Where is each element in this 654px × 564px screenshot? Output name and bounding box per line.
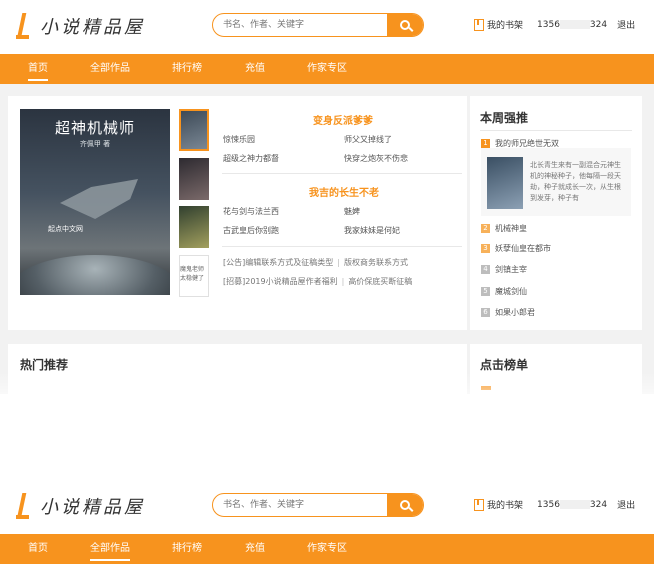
user-area: 我的书架 1356 324 退出: [474, 498, 635, 511]
sticky-header: 小说精品屋 我的书架 1356324 退出: [0, 480, 654, 534]
nav-author-zone[interactable]: 作家专区: [307, 54, 347, 84]
notice-extra[interactable]: 高价保底买断征稿: [348, 277, 412, 286]
search-button[interactable]: [387, 494, 423, 516]
featured-link[interactable]: 快穿之炮灰不伤悲: [344, 153, 408, 164]
search-input[interactable]: [213, 14, 387, 36]
featured-cover[interactable]: 超神机械师 齐佩甲 著 起点中文网: [20, 109, 170, 295]
rank-number: 6: [481, 308, 490, 317]
bookshelf-link[interactable]: 我的书架: [487, 498, 523, 511]
rank-top-cover[interactable]: [487, 157, 523, 209]
rank-book-name[interactable]: 魔城剑仙: [495, 286, 527, 297]
nav-recharge[interactable]: 充值: [245, 534, 265, 564]
weekly-title: 本周强推: [480, 111, 529, 125]
user-area: 我的书架 1356 324 退出: [474, 18, 635, 31]
featured-link[interactable]: 超级之神力都督: [223, 153, 279, 164]
featured-link[interactable]: 花与剑与法兰西: [223, 206, 279, 217]
nav-home[interactable]: 首页: [28, 534, 48, 564]
bookshelf-link[interactable]: 我的书架: [487, 18, 523, 31]
rank-item[interactable]: 5 魔城剑仙: [481, 286, 527, 297]
featured-link[interactable]: 师父又掉线了: [344, 134, 392, 145]
rank-number: 3: [481, 244, 490, 253]
search-icon: [400, 500, 410, 510]
nav-ranking[interactable]: 排行榜: [172, 534, 202, 564]
rank-item[interactable]: 4 剑镇主宰: [481, 264, 527, 275]
logo-text: 小说精品屋: [40, 497, 145, 518]
notice-extra[interactable]: 版权商务联系方式: [344, 258, 408, 267]
rank-number: 4: [481, 265, 490, 274]
notice-tag: [公告]: [223, 258, 246, 267]
rank-item[interactable]: 2 机械神皇: [481, 223, 527, 234]
search-icon: [400, 20, 410, 30]
notice-tag: [招募]: [223, 277, 246, 286]
search-input[interactable]: [213, 494, 387, 516]
sticky-nav: 首页 全部作品 排行榜 充值 作家专区: [0, 534, 654, 564]
cover-planet-art: [20, 255, 170, 295]
rank-book-name[interactable]: 剑镇主宰: [495, 264, 527, 275]
search-bar: [212, 13, 424, 37]
click-section-title: 点击榜单: [480, 358, 529, 372]
hot-section-title: 热门推荐: [20, 358, 69, 372]
notice-text: 2019小说精品屋作者福利: [245, 277, 338, 286]
rank-number: 2: [481, 224, 490, 233]
featured-group2-title[interactable]: 我吉的长生不老: [309, 184, 379, 199]
cover-author: 齐佩甲 著: [79, 140, 111, 148]
rank-item[interactable]: 3 妖孽仙皇在都市: [481, 243, 551, 254]
featured-group1-title[interactable]: 变身反派爹爹: [313, 112, 373, 127]
nav-recharge[interactable]: 充值: [245, 54, 265, 84]
featured-link[interactable]: 古武皇后你别跑: [223, 225, 279, 236]
site-logo[interactable]: 小说精品屋: [16, 492, 145, 520]
divider: [222, 173, 462, 174]
logout-link[interactable]: 退出: [617, 18, 635, 31]
search-button[interactable]: [387, 14, 423, 36]
nav-ranking[interactable]: 排行榜: [172, 54, 202, 84]
nav-all-works[interactable]: 全部作品: [90, 534, 130, 564]
cover-brand: 起点中文网: [48, 225, 83, 233]
rank-item[interactable]: 6 如果小郎君: [481, 307, 535, 318]
bookshelf-icon: [474, 18, 484, 31]
rank-number: 1: [481, 139, 490, 148]
cover-title: 超神机械师: [54, 119, 135, 137]
notice-text: 编辑联系方式及征稿类型: [245, 258, 334, 267]
divider: [480, 130, 632, 131]
featured-thumb-3[interactable]: [179, 206, 209, 248]
notice-row[interactable]: [公告]编辑联系方式及征稿类型 | 版权商务联系方式: [223, 257, 408, 268]
user-phone[interactable]: 1356 324: [537, 19, 607, 30]
featured-thumb-2[interactable]: [179, 158, 209, 200]
logo-mark-icon: [16, 493, 30, 519]
rank-book-name[interactable]: 如果小郎君: [495, 307, 535, 318]
site-logo[interactable]: 小说精品屋: [16, 12, 145, 40]
divider: [222, 246, 462, 247]
site-header: 小说精品屋 我的书架 1356324 退出: [0, 0, 654, 54]
rank-number: 5: [481, 287, 490, 296]
main-nav: 首页 全部作品 排行榜 充值 作家专区: [0, 54, 654, 84]
rank-book-name[interactable]: 机械神皇: [495, 223, 527, 234]
rank-top-desc: 北长青生来有一副混合元神生机的神秘种子，他每隔一段天劫，种子就成长一次，从生根到…: [530, 161, 621, 202]
logo-text: 小说精品屋: [40, 17, 145, 38]
search-bar: [212, 493, 424, 517]
notice-row[interactable]: [招募]2019小说精品屋作者福利 | 高价保底买断征稿: [223, 276, 412, 287]
featured-thumb-1[interactable]: [179, 109, 209, 151]
nav-author-zone[interactable]: 作家专区: [307, 534, 347, 564]
rank-book-name[interactable]: 妖孽仙皇在都市: [495, 243, 551, 254]
logo-mark-icon: [16, 13, 30, 39]
featured-link[interactable]: 魅婢: [344, 206, 360, 217]
thumb-4-text: 魔鬼老师 太稳健了: [180, 266, 205, 282]
fade-overlay: [0, 372, 654, 412]
logout-link[interactable]: 退出: [617, 498, 635, 511]
featured-link[interactable]: 惊悚乐园: [223, 134, 255, 145]
bookshelf-icon: [474, 498, 484, 511]
cover-ship-art: [60, 179, 138, 219]
nav-all-works[interactable]: 全部作品: [90, 54, 130, 84]
user-phone[interactable]: 1356 324: [537, 499, 607, 510]
nav-home[interactable]: 首页: [28, 54, 48, 84]
featured-link[interactable]: 我家妹妹是何妃: [344, 225, 400, 236]
